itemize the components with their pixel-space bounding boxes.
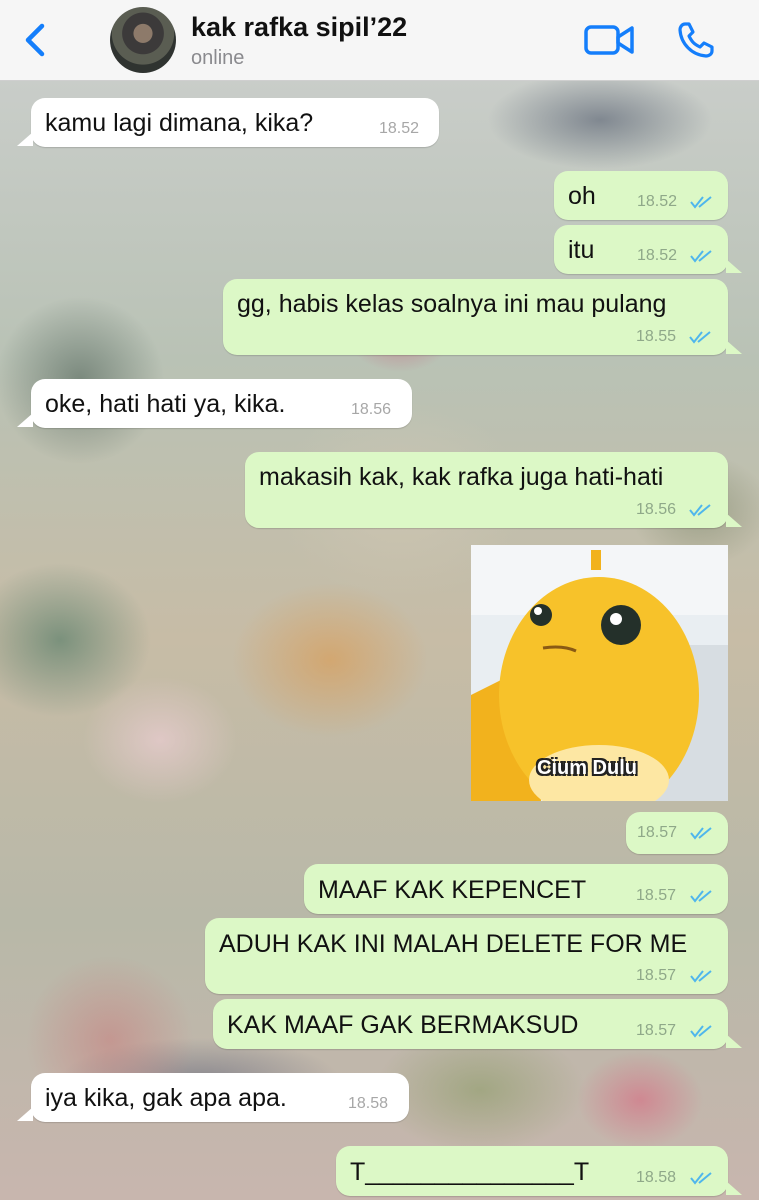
- read-receipt-icon: [690, 970, 712, 983]
- message-text: iya kika, gak apa apa.: [45, 1084, 287, 1112]
- read-receipt-icon: [690, 890, 712, 903]
- message-bubble-incoming[interactable]: kamu lagi dimana, kika? 18.52: [17, 98, 439, 147]
- message-time: 18.52: [379, 120, 420, 137]
- sticker-image[interactable]: Cium Dulu: [471, 545, 728, 801]
- back-chevron-icon[interactable]: [18, 20, 54, 60]
- chat-header: kak rafka sipil’22 online: [0, 0, 759, 81]
- message-time: 18.56: [636, 501, 677, 518]
- read-receipt-icon: [690, 196, 712, 209]
- message-time: 18.58: [348, 1095, 389, 1112]
- message-time: 18.57: [637, 824, 678, 841]
- sticker-caption: Cium Dulu: [537, 757, 637, 779]
- message-text: gg, habis kelas soalnya ini mau pulang: [237, 290, 667, 318]
- contact-name[interactable]: kak rafka sipil’22: [191, 12, 407, 43]
- message-bubble-outgoing[interactable]: KAK MAAF GAK BERMAKSUD 18.57: [213, 999, 742, 1049]
- sticker-time-badge: 18.57: [626, 812, 728, 854]
- message-bubble-outgoing[interactable]: ADUH KAK INI MALAH DELETE FOR ME 18.57: [205, 918, 728, 994]
- message-time: 18.52: [637, 193, 678, 210]
- message-time: 18.57: [636, 887, 677, 904]
- bubble-tail: [17, 1107, 33, 1121]
- message-bubble-outgoing[interactable]: itu 18.52: [554, 225, 742, 274]
- message-bubble-incoming[interactable]: iya kika, gak apa apa. 18.58: [17, 1073, 409, 1122]
- message-text: makasih kak, kak rafka juga hati-hati: [259, 463, 664, 491]
- read-receipt-icon: [690, 250, 712, 263]
- message-text: itu: [568, 236, 595, 264]
- bubble-tail: [17, 413, 33, 427]
- bubble-tail: [726, 1034, 742, 1048]
- message-bubble-outgoing[interactable]: MAAF KAK KEPENCET 18.57: [304, 864, 728, 914]
- message-time: 18.52: [637, 247, 678, 264]
- contact-avatar[interactable]: [110, 7, 176, 73]
- message-text: oke, hati hati ya, kika.: [45, 390, 286, 418]
- message-text: ADUH KAK INI MALAH DELETE FOR ME: [219, 930, 688, 958]
- message-bubble-outgoing[interactable]: makasih kak, kak rafka juga hati-hati 18…: [245, 452, 742, 528]
- message-bubble-outgoing[interactable]: oh 18.52: [554, 171, 728, 220]
- message-text: KAK MAAF GAK BERMAKSUD: [227, 1011, 579, 1039]
- message-bubble-incoming[interactable]: oke, hati hati ya, kika. 18.56: [17, 379, 412, 428]
- bubble-tail: [17, 132, 33, 146]
- message-text: T_______________T: [350, 1158, 590, 1186]
- message-time: 18.58: [636, 1169, 677, 1186]
- read-receipt-icon: [690, 827, 712, 840]
- message-time: 18.57: [636, 967, 677, 984]
- bubble-tail: [726, 513, 742, 527]
- bubble-tail: [726, 340, 742, 354]
- read-receipt-icon: [690, 1025, 712, 1038]
- message-bubble-outgoing[interactable]: gg, habis kelas soalnya ini mau pulang 1…: [223, 279, 742, 355]
- message-text: kamu lagi dimana, kika?: [45, 109, 314, 137]
- video-call-icon[interactable]: [583, 22, 635, 58]
- phone-icon[interactable]: [676, 20, 716, 60]
- message-time: 18.55: [636, 328, 677, 345]
- message-time: 18.57: [636, 1022, 677, 1039]
- message-time: 18.56: [351, 401, 392, 418]
- message-bubble-outgoing[interactable]: T_______________T 18.58: [336, 1146, 742, 1196]
- read-receipt-icon: [689, 331, 711, 344]
- read-receipt-icon: [690, 1172, 712, 1185]
- bubble-tail: [726, 259, 742, 273]
- contact-status: online: [191, 47, 245, 69]
- message-text: MAAF KAK KEPENCET: [318, 876, 587, 904]
- bubble-tail: [726, 1181, 742, 1195]
- message-text: oh: [568, 182, 596, 210]
- read-receipt-icon: [689, 504, 711, 517]
